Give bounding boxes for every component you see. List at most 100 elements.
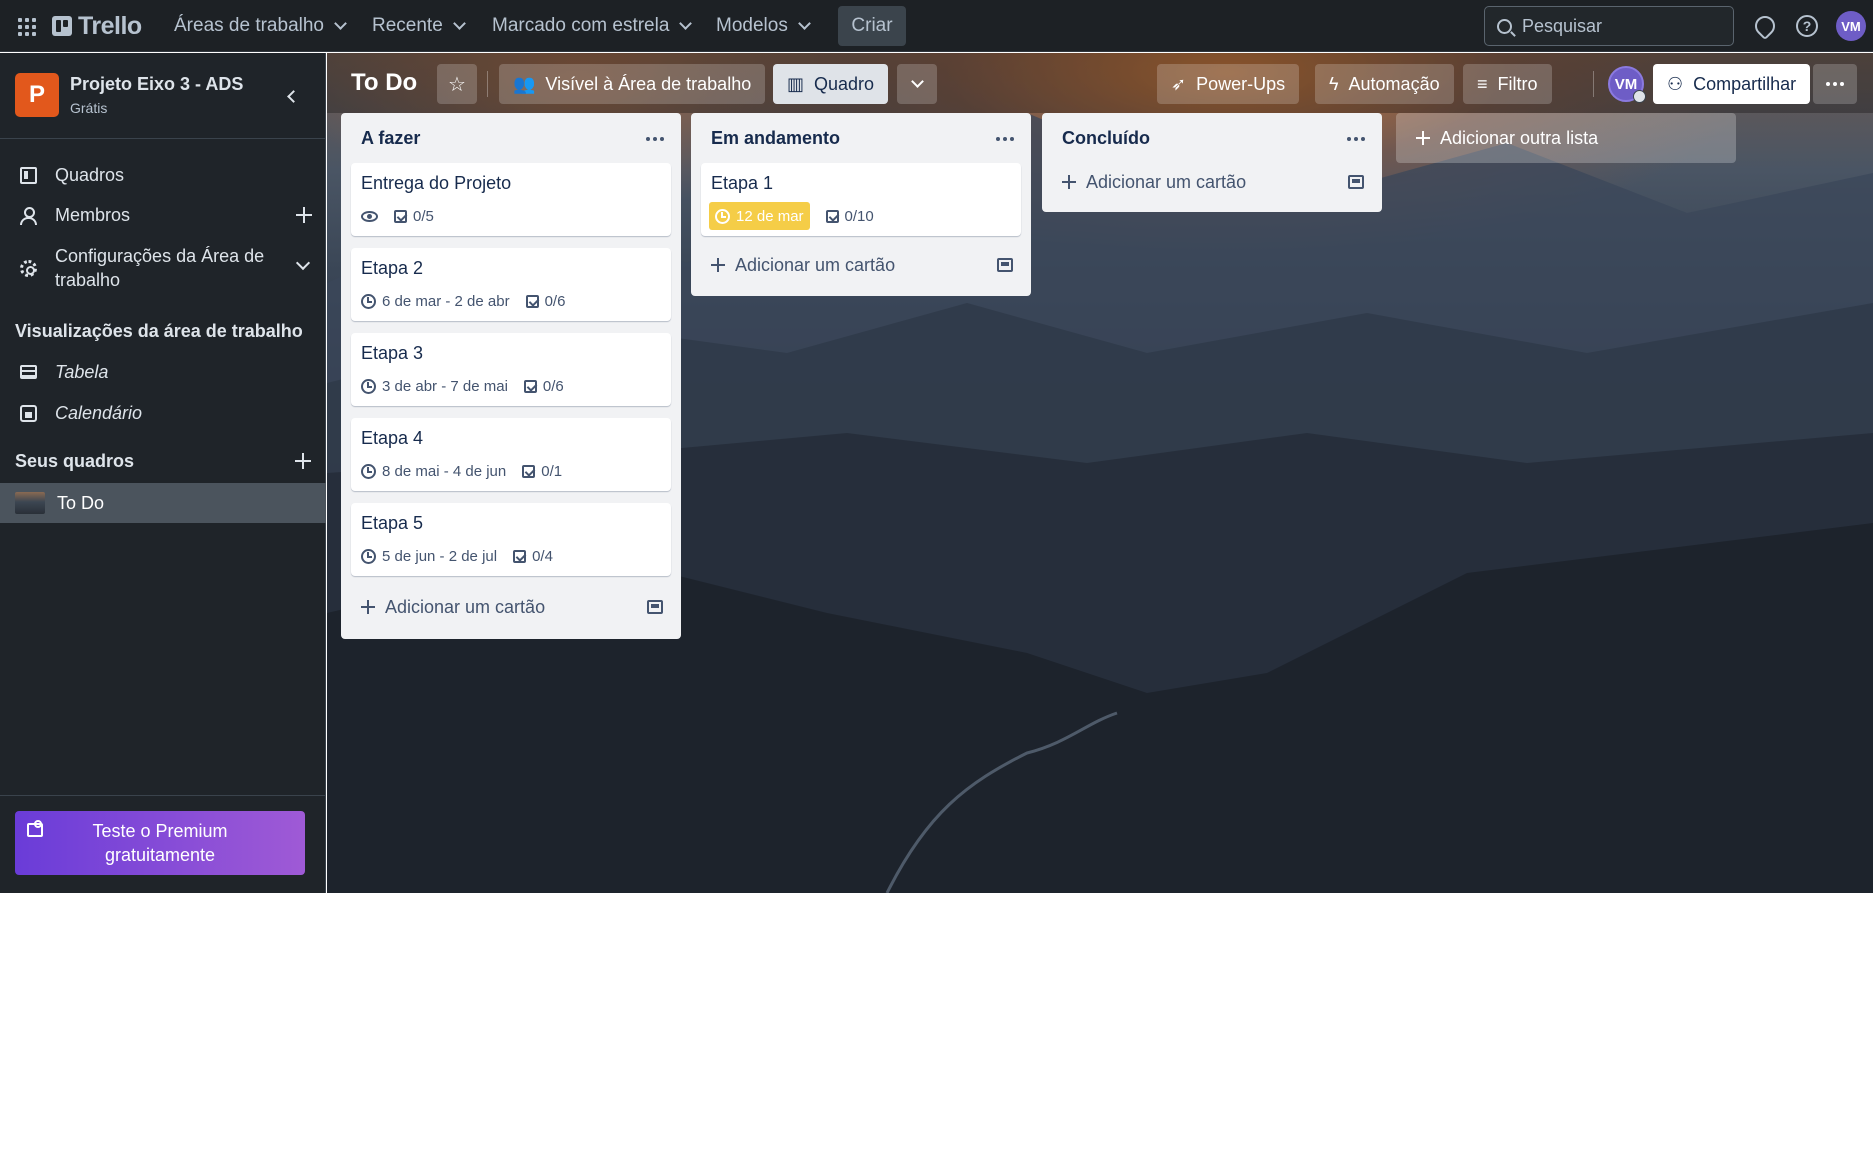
sidebar-board-to-do[interactable]: To Do [0,483,326,523]
menu-templates[interactable]: Modelos [706,8,819,44]
checklist-badge: 0/6 [525,292,566,310]
add-card-button[interactable]: Adicionar um cartão [351,589,631,625]
notification-icon [1750,11,1780,41]
menu-templates-label: Modelos [716,15,788,36]
checklist-count: 0/5 [413,207,434,225]
card-badges: 12 de mar 0/10 [709,202,874,230]
trello-logo-icon [52,16,72,36]
notifications-button[interactable] [1750,11,1780,41]
create-from-template-icon[interactable] [997,258,1013,272]
search-box [1484,6,1734,46]
board-menu-button[interactable] [1813,64,1857,104]
due-date-badge[interactable]: 12 de mar [709,202,810,230]
add-board-icon[interactable] [295,453,311,469]
menu-starred[interactable]: Marcado com estrela [482,8,700,44]
list-title[interactable]: Em andamento [711,128,840,149]
card-badges: 3 de abr - 7 de mai 0/6 [361,373,564,399]
create-from-template-icon[interactable] [1348,175,1364,189]
filter-label: Filtro [1497,73,1538,94]
checklist-icon [523,379,537,393]
clock-icon [361,463,376,479]
card-dates: 8 de mai - 4 de jun [382,462,507,480]
list-concluido: Concluído Adicionar um cartão [1042,113,1382,212]
chevron-down-icon [452,17,466,30]
filter-button[interactable]: ≡ Filtro [1463,64,1552,104]
collapse-sidebar-button[interactable] [276,81,306,111]
card-etapa-2[interactable]: Etapa 2 6 de mar - 2 de abr 0/6 [351,248,671,321]
sidebar-item-label: Quadros [55,164,125,185]
list-a-fazer: A fazer Entrega do Projeto 0/5 Etapa 2 6… [341,113,681,639]
board-icon [20,166,37,184]
clock-icon [361,548,376,564]
list-actions-button[interactable] [641,126,669,152]
workspace-name: Projeto Eixo 3 - ADS [70,74,244,94]
list-actions-button[interactable] [991,126,1019,152]
sidebar-item-boards[interactable]: Quadros [0,155,326,195]
card-etapa-3[interactable]: Etapa 3 3 de abr - 7 de mai 0/6 [351,333,671,406]
menu-recent[interactable]: Recente [362,8,474,44]
try-premium-button[interactable]: Teste o Premium gratuitamente [15,811,305,875]
star-board-button[interactable]: ☆ [437,64,477,104]
gift-icon [27,820,43,837]
card-entrega-do-projeto[interactable]: Entrega do Projeto 0/5 [351,163,671,236]
checklist-icon [522,464,536,478]
filter-icon: ≡ [1477,73,1488,94]
board-view-icon: ▥ [787,73,805,94]
board-member-avatar[interactable]: VM [1608,66,1646,103]
add-card-button[interactable]: Adicionar um cartão [1052,164,1332,200]
chevron-down-icon [797,17,811,30]
sidebar-item-label: Tabela [55,361,109,382]
power-ups-button[interactable]: ➶ Power-Ups [1157,64,1300,104]
help-button[interactable]: ? [1792,11,1822,41]
your-boards-heading: Seus quadros [15,451,135,471]
card-dates: 5 de jun - 2 de jul [382,547,498,565]
board-thumbnail [15,492,45,514]
header-divider [1801,71,1802,97]
card-badges: 8 de mai - 4 de jun 0/1 [361,458,562,484]
visibility-button[interactable]: 👥 Visível à Área de trabalho [499,64,766,104]
workspace-sidebar: P Projeto Eixo 3 - ADS Grátis Quadros Me… [0,53,326,893]
sidebar-item-calendar[interactable]: Calendário [0,393,326,433]
board-view-label: Quadro [814,73,875,94]
sidebar-item-members[interactable]: Membros [0,195,326,235]
checklist-count: 0/6 [542,377,564,395]
chevron-down-icon [334,17,347,30]
lightning-icon: ϟ [1329,73,1339,94]
workspace-views-heading: Visualizações da área de trabalho [15,321,303,341]
app-switcher-icon[interactable] [12,12,40,40]
checklist-icon [825,209,839,223]
checklist-badge: 0/5 [394,208,434,225]
plus-icon [361,600,375,614]
account-avatar[interactable]: VM [1836,11,1866,41]
list-title[interactable]: Concluído [1062,128,1150,149]
trello-logo[interactable]: Trello [52,12,142,40]
create-from-template-icon[interactable] [647,600,663,614]
automation-label: Automação [1348,73,1440,94]
add-member-icon[interactable] [296,207,312,223]
sidebar-item-workspace-settings[interactable]: Configurações da Área de trabalho [0,238,326,298]
menu-workspaces[interactable]: Áreas de trabalho [164,8,355,44]
board-header: To Do ☆ 👥 Visível à Área de trabalho ▥ Q… [327,53,1873,113]
card-title: Etapa 3 [361,343,424,363]
card-etapa-5[interactable]: Etapa 5 5 de jun - 2 de jul 0/4 [351,503,671,576]
search-input[interactable] [1522,15,1722,37]
card-title: Etapa 5 [361,513,424,533]
sidebar-item-table[interactable]: Tabela [0,352,326,392]
automation-button[interactable]: ϟ Automação [1315,64,1454,104]
checklist-badge: 0/4 [513,548,553,565]
add-card-button[interactable]: Adicionar um cartão [701,247,981,283]
create-button[interactable]: Criar [838,6,906,46]
add-list-button[interactable]: Adicionar outra lista [1396,113,1736,163]
card-badges: 0/5 [361,203,434,229]
list-title[interactable]: A fazer [361,128,420,149]
workspace-header: P Projeto Eixo 3 - ADS Grátis [0,53,326,139]
card-etapa-1[interactable]: Etapa 1 12 de mar 0/10 [701,163,1021,236]
views-dropdown-button[interactable] [897,64,937,104]
board-title[interactable]: To Do [343,65,425,101]
board-view-button[interactable]: ▥ Quadro [773,64,889,104]
card-etapa-4[interactable]: Etapa 4 8 de mai - 4 de jun 0/1 [351,418,671,491]
checklist-count: 0/6 [544,292,566,310]
share-button[interactable]: ⚇ Compartilhar [1653,64,1811,104]
list-actions-button[interactable] [1342,126,1370,152]
chevron-down-icon[interactable] [295,255,311,271]
